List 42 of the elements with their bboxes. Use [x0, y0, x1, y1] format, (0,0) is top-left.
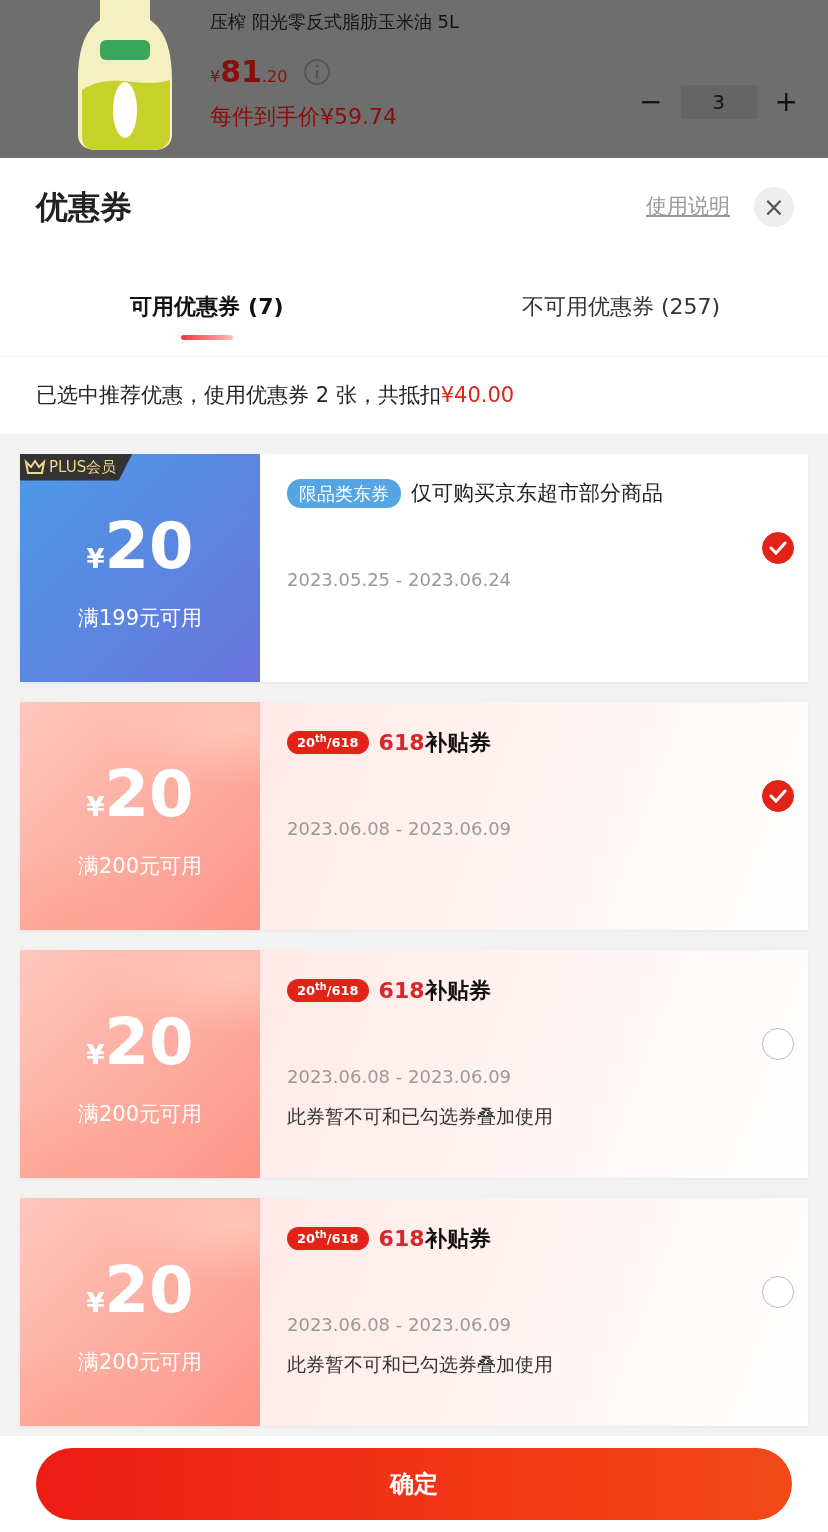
- close-button[interactable]: ×: [754, 187, 794, 227]
- coupon-amount: ¥20: [86, 1257, 194, 1323]
- coupon-note: 此券暂不可和已勾选券叠加使用: [287, 1104, 554, 1129]
- event-tag: 20$^{th}$/618: [287, 730, 369, 755]
- coupon-checkbox[interactable]: [762, 1028, 794, 1060]
- event-tag: 20$^{th}$/618: [287, 1226, 369, 1251]
- coupon-checkbox[interactable]: [762, 780, 794, 812]
- tab[interactable]: 可用优惠券 (7): [0, 256, 414, 356]
- info-icon[interactable]: [303, 57, 332, 86]
- coupon-title: 仅可购买京东超市部分商品: [411, 480, 663, 507]
- product-price: ¥81.20: [210, 53, 288, 91]
- coupon-condition: 满200元可用: [77, 852, 203, 880]
- event-tag: 20$^{th}$/618: [287, 978, 369, 1003]
- plus-badge: PLUS会员: [20, 454, 133, 481]
- coupon-checkbox[interactable]: [762, 1276, 794, 1308]
- validity-dates: 2023.06.08 - 2023.06.09: [287, 1065, 513, 1089]
- product-title: 压榨 阳光零反式脂肪玉米油 5L: [210, 10, 460, 34]
- coupon-title: 618补贴券: [378, 729, 491, 757]
- confirm-button[interactable]: 确定: [36, 1448, 792, 1520]
- sheet-title: 优惠券: [36, 187, 132, 228]
- minus-button[interactable]: −: [639, 81, 663, 123]
- coupon-amount: ¥20: [86, 513, 194, 579]
- coupon-checkbox[interactable]: [762, 532, 794, 564]
- unit-price: 每件到手价¥59.74: [210, 103, 398, 131]
- coupon-amount: ¥20: [86, 1009, 194, 1075]
- validity-dates: 2023.05.25 - 2023.06.24: [287, 567, 513, 592]
- coupon-condition: 满200元可用: [77, 1100, 203, 1128]
- coupon-condition: 满200元可用: [77, 1348, 203, 1376]
- coupon-amount: ¥20: [86, 761, 194, 827]
- coupon-note: 此券暂不可和已勾选券叠加使用: [287, 1352, 554, 1377]
- quantity-field[interactable]: 3: [680, 85, 757, 119]
- coupon-title: 618补贴券: [378, 977, 491, 1005]
- help-link[interactable]: 使用说明: [646, 191, 730, 223]
- validity-dates: 2023.06.08 - 2023.06.09: [287, 1313, 513, 1337]
- plus-button[interactable]: +: [774, 81, 798, 123]
- tab[interactable]: 不可用优惠券 (257): [414, 256, 828, 356]
- validity-dates: 2023.06.08 - 2023.06.09: [287, 817, 513, 841]
- check-icon: [769, 541, 787, 555]
- category-tag: 限品类东券: [287, 479, 401, 509]
- check-icon: [769, 789, 787, 803]
- coupon-title: 618补贴券: [378, 1225, 491, 1253]
- coupon-condition: 满199元可用: [77, 604, 203, 632]
